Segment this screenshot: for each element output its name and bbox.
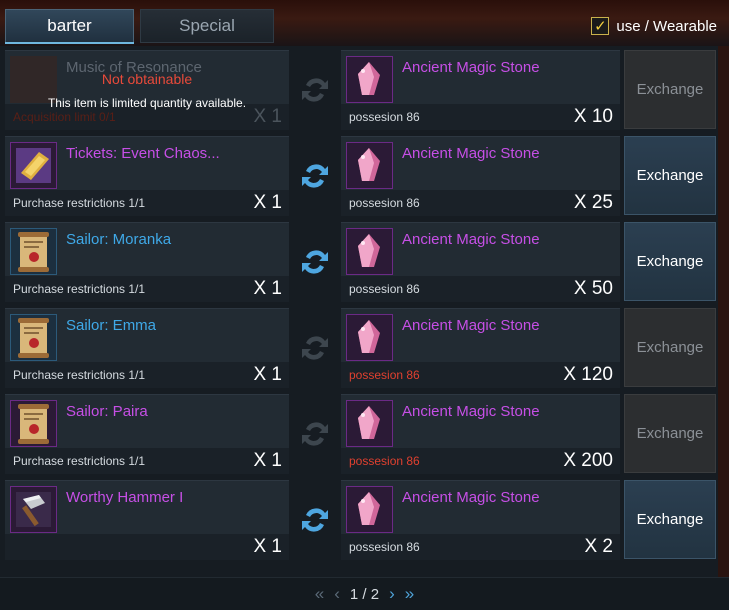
cost-item-quantity: X 120	[563, 364, 613, 385]
wearable-label: use / Wearable	[616, 17, 717, 35]
acquisition-limit-text: Acquisition limit 0/1	[13, 110, 116, 124]
possession-count: possesion 86	[349, 540, 420, 554]
exchange-arrows-icon	[289, 50, 341, 130]
pagination-bar: « ‹ 1 / 2 › »	[0, 577, 729, 610]
exchange-arrows-icon	[289, 136, 341, 216]
possession-count: possesion 86	[349, 110, 420, 124]
cost-item-name: Ancient Magic Stone	[402, 231, 540, 248]
cost-item-name: Ancient Magic Stone	[402, 317, 540, 334]
required-item-name: Sailor: Paira	[66, 403, 148, 420]
required-item-panel: Tickets: Event Chaos... Purchase restric…	[5, 136, 289, 216]
required-item-name: Worthy Hammer I	[66, 489, 184, 506]
exchange-button[interactable]: Exchange	[624, 222, 716, 301]
scroll-icon	[10, 228, 57, 275]
possession-count: possesion 86	[349, 368, 420, 382]
barter-row: Sailor: Paira Purchase restrictions 1/1 …	[5, 394, 716, 474]
wearable-filter[interactable]: ✓ use / Wearable	[591, 17, 717, 35]
cost-item-name: Ancient Magic Stone	[402, 489, 540, 506]
last-page-icon[interactable]: »	[405, 584, 414, 604]
barter-row: Tickets: Event Chaos... Purchase restric…	[5, 136, 716, 216]
cost-item-name: Ancient Magic Stone	[402, 59, 540, 76]
required-item-quantity: X 1	[253, 450, 282, 471]
required-item-quantity: X 1	[253, 364, 282, 385]
magic-stone-icon	[346, 56, 393, 103]
magic-stone-icon	[346, 486, 393, 533]
barter-row: Sailor: Moranka Purchase restrictions 1/…	[5, 222, 716, 302]
limited-quantity-notice: This item is limited quantity available.	[47, 96, 247, 110]
required-item-name: Tickets: Event Chaos...	[66, 145, 220, 162]
possession-count: possesion 86	[349, 196, 420, 210]
hammer-icon	[10, 486, 57, 533]
cost-item-panel: Ancient Magic Stone possesion 86 X 25	[341, 136, 620, 216]
exchange-arrows-icon	[289, 480, 341, 560]
cost-item-panel: Ancient Magic Stone possesion 86 X 50	[341, 222, 620, 302]
cost-item-panel: Ancient Magic Stone possesion 86 X 10	[341, 50, 620, 130]
wearable-checkbox[interactable]: ✓	[591, 17, 610, 35]
barter-row: Worthy Hammer I X 1 Ancient Magic Stone …	[5, 480, 716, 560]
next-page-icon[interactable]: ›	[389, 584, 395, 604]
cost-item-quantity: X 50	[573, 278, 613, 299]
required-item-panel: Sailor: Paira Purchase restrictions 1/1 …	[5, 394, 289, 474]
exchange-arrows-icon	[289, 394, 341, 474]
cost-item-panel: Ancient Magic Stone possesion 86 X 120	[341, 308, 620, 388]
background-edge	[718, 46, 729, 577]
barter-row: Music of Resonance Acquisition limit 0/1…	[5, 50, 716, 130]
tab-special[interactable]: Special	[140, 9, 274, 43]
exchange-button[interactable]: Exchange	[624, 308, 716, 387]
cost-item-name: Ancient Magic Stone	[402, 403, 540, 420]
not-obtainable-label: Not obtainable	[101, 71, 193, 87]
cost-item-quantity: X 25	[573, 192, 613, 213]
exchange-arrows-icon	[289, 222, 341, 302]
cost-item-quantity: X 10	[573, 106, 613, 127]
first-page-icon[interactable]: «	[315, 584, 324, 604]
exchange-button[interactable]: Exchange	[624, 136, 716, 215]
magic-stone-icon	[346, 228, 393, 275]
tab-barter[interactable]: barter	[5, 9, 134, 43]
required-item-name: Sailor: Moranka	[66, 231, 172, 248]
required-item-panel: Worthy Hammer I X 1	[5, 480, 289, 560]
purchase-restriction-text: Purchase restrictions 1/1	[13, 454, 146, 468]
magic-stone-icon	[346, 314, 393, 361]
purchase-restriction-text: Purchase restrictions 1/1	[13, 196, 146, 210]
required-item-quantity: X 1	[253, 192, 282, 213]
required-item-panel: Music of Resonance Acquisition limit 0/1…	[5, 50, 289, 130]
possession-count: possesion 86	[349, 454, 420, 468]
cost-item-panel: Ancient Magic Stone possesion 86 X 2	[341, 480, 620, 560]
cost-item-name: Ancient Magic Stone	[402, 145, 540, 162]
exchange-arrows-icon	[289, 308, 341, 388]
exchange-button[interactable]: Exchange	[624, 480, 716, 559]
required-item-quantity: X 1	[253, 536, 282, 557]
exchange-button[interactable]: Exchange	[624, 394, 716, 473]
exchange-button[interactable]: Exchange	[624, 50, 716, 129]
possession-count: possesion 86	[349, 282, 420, 296]
cost-item-quantity: X 200	[563, 450, 613, 471]
magic-stone-icon	[346, 142, 393, 189]
magic-stone-icon	[346, 400, 393, 447]
barter-row: Sailor: Emma Purchase restrictions 1/1 X…	[5, 308, 716, 388]
tab-active-indicator	[5, 42, 134, 44]
required-item-panel: Sailor: Moranka Purchase restrictions 1/…	[5, 222, 289, 302]
scroll-icon	[10, 314, 57, 361]
cost-item-panel: Ancient Magic Stone possesion 86 X 200	[341, 394, 620, 474]
purchase-restriction-text: Purchase restrictions 1/1	[13, 282, 146, 296]
purchase-restriction-text: Purchase restrictions 1/1	[13, 368, 146, 382]
scroll-icon	[10, 400, 57, 447]
cost-item-quantity: X 2	[584, 536, 613, 557]
page-indicator: 1 / 2	[349, 585, 380, 603]
required-item-name: Sailor: Emma	[66, 317, 157, 334]
pagination: « ‹ 1 / 2 › »	[0, 584, 729, 604]
required-item-quantity: X 1	[253, 278, 282, 299]
required-item-panel: Sailor: Emma Purchase restrictions 1/1 X…	[5, 308, 289, 388]
prev-page-icon[interactable]: ‹	[334, 584, 340, 604]
ticket-book-icon	[10, 142, 57, 189]
